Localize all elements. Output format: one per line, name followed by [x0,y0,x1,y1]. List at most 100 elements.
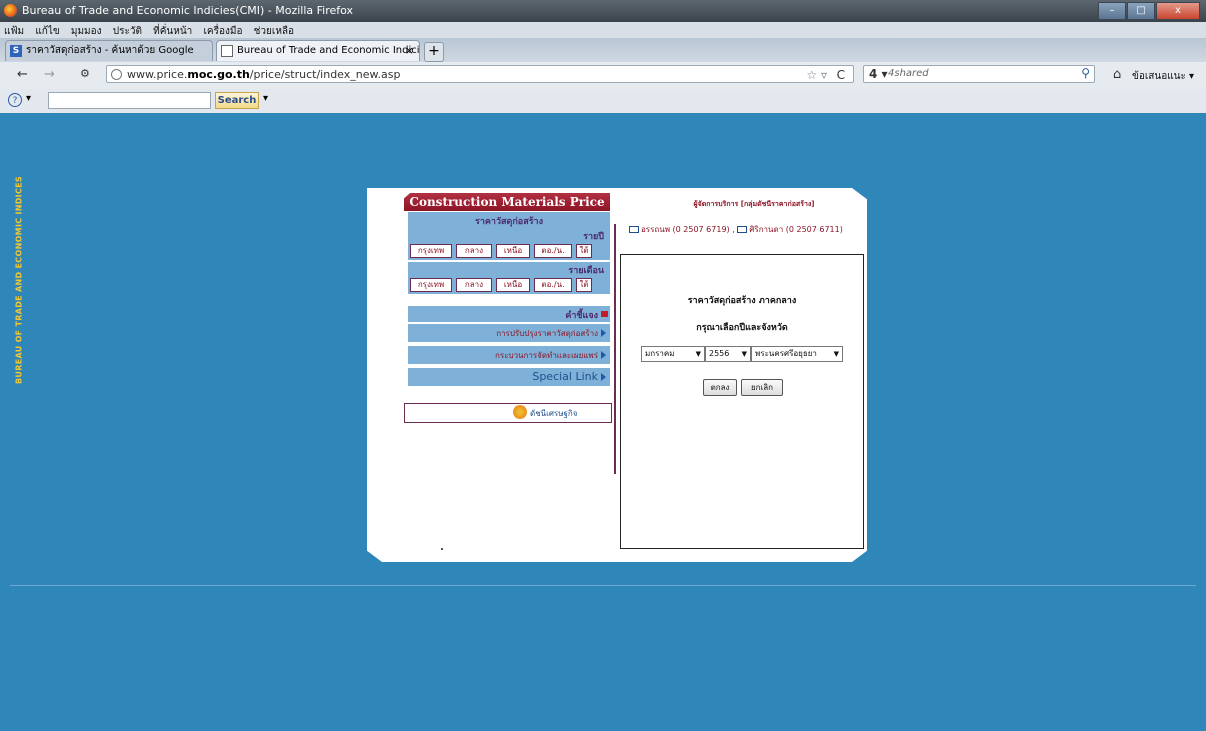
economic-index-promo[interactable]: ดัชนีเศรษฐกิจ [404,403,612,423]
link-price-adjustment-label: การปรับปรุงราคาวัสดุก่อสร้าง [496,329,598,338]
menu-divider [614,224,616,474]
bureau-side-text: BUREAU OF TRADE AND ECONOMIC INDICES [14,176,24,384]
province-select-value: พระนครศรีอยุธยา [755,349,817,358]
maximize-button[interactable]: □ [1127,2,1155,20]
yearly-regions-row: กรุงเทพ กลาง เหนือ ตอ./น. ใต้ [408,242,610,260]
search-toolbar: ? ▾ Search ▾ [0,89,1206,114]
yearly-region-northeast[interactable]: ตอ./น. [534,244,572,258]
bookmark-star-icon[interactable]: ☆ ▿ [806,66,827,84]
menu-tools[interactable]: เครื่องมือ [199,22,246,39]
section-title: ราคาวัสดุก่อสร้าง [475,217,543,227]
contact-separator: , [732,225,735,234]
arrow-right-icon [601,373,606,381]
monthly-label: รายเดือน [568,266,604,276]
search-bar[interactable]: 4 ▾ 4shared ⚲ [863,65,1095,83]
monthly-region-northeast[interactable]: ตอ./น. [534,278,572,292]
mail-icon[interactable] [629,226,639,233]
year-select-value: 2556 [709,349,730,358]
forward-button[interactable]: → [44,67,55,82]
reload-button[interactable]: C [837,66,845,84]
tab-google-search[interactable]: S ราคาวัสดุก่อสร้าง - ค้นหาด้วย Google [5,40,213,61]
search-placeholder: 4shared [888,68,929,79]
tab-bar: S ราคาวัสดุก่อสร้าง - ค้นหาด้วย Google B… [0,38,1206,63]
toolbar-search-input[interactable] [48,92,211,109]
search-options-dropdown-icon[interactable]: ▾ [263,93,268,104]
definition-label: คำชี้แจง [565,311,598,321]
definition-bar[interactable]: คำชี้แจง [408,306,610,322]
toolbar-logo-icon[interactable]: ? [8,93,22,107]
form-subtitle: กรุณาเลือกปีและจังหวัด [696,323,788,333]
contact-info: อรรถนพ (0 2507 6719) , ศิริกานดา (0 2507… [629,223,867,236]
link-process-label: กระบวนการจัดทำและเผยแพร่ [495,351,598,360]
yearly-label: รายปี [583,232,604,242]
page-favicon-icon [221,45,233,57]
chevron-down-icon: ▼ [695,350,701,358]
suggestions-menu[interactable]: ข้อเสนอแนะ ▾ [1132,69,1194,84]
monthly-label-bar: รายเดือน [408,262,610,276]
mail-icon[interactable] [737,226,748,233]
toolbar-search-button[interactable]: Search [215,92,259,109]
cancel-button[interactable]: ยกเลิก [741,379,783,396]
menu-view[interactable]: มุมมอง [67,22,106,39]
menu-help[interactable]: ช่วยเหลือ [250,22,298,39]
contact-1[interactable]: อรรถนพ (0 2507 6719) [641,225,730,234]
link-process[interactable]: กระบวนการจัดทำและเผยแพร่ [408,346,610,364]
monthly-regions-row: กรุงเทพ กลาง เหนือ ตอ./น. ใต้ [408,276,610,294]
flag-icon [601,311,608,317]
yearly-region-central[interactable]: กลาง [456,244,492,258]
search-engine-selector[interactable]: 4 ▾ [869,67,888,81]
firefox-logo-icon [4,4,17,17]
chevron-down-icon: ▼ [741,350,747,358]
monthly-region-central[interactable]: กลาง [456,278,492,292]
link-price-adjustment[interactable]: การปรับปรุงราคาวัสดุก่อสร้าง [408,324,610,342]
menu-bookmarks[interactable]: ที่คั่นหน้า [149,22,196,39]
new-tab-button[interactable]: + [424,42,444,62]
economic-index-icon [513,405,527,419]
monthly-region-north[interactable]: เหนือ [496,278,530,292]
contact-2[interactable]: ศิริกานดา (0 2507 6711) [749,225,843,234]
site-header-banner: Construction Materials Price [404,193,610,211]
province-select[interactable]: พระนครศรีอยุธยา ▼ [751,346,843,362]
month-select-value: มกราคม [645,349,675,358]
menu-history[interactable]: ประวัติ [109,22,146,39]
monthly-region-south[interactable]: ใต้ [576,278,592,292]
month-select[interactable]: มกราคม ▼ [641,346,705,362]
close-window-button[interactable]: x [1156,2,1200,20]
ok-button[interactable]: ตกลง [703,379,737,396]
search-icon[interactable]: ⚲ [1081,66,1090,80]
arrow-right-icon [601,351,606,359]
yearly-region-south[interactable]: ใต้ [576,244,592,258]
navigation-bar: ← → ⚙ www.price.moc.go.th/price/struct/i… [0,62,1206,90]
link-special[interactable]: Special Link [408,368,610,386]
year-select[interactable]: 2556 ▼ [705,346,751,362]
yearly-region-bangkok[interactable]: กรุงเทพ [410,244,452,258]
address-bar[interactable]: www.price.moc.go.th/price/struct/index_n… [106,65,854,83]
tab-bureau-trade[interactable]: Bureau of Trade and Economic Indici... × [216,40,420,61]
page-divider-line [10,585,1196,586]
arrow-right-icon [601,329,606,337]
stray-dot [441,548,443,550]
window-title: Bureau of Trade and Economic Indicies(CM… [22,4,354,17]
identity-icon[interactable]: ⚙ [80,67,90,80]
page-viewport: BUREAU OF TRADE AND ECONOMIC INDICES Con… [0,113,1206,731]
menu-edit[interactable]: แก้ไข [31,22,63,39]
close-tab-icon[interactable]: × [405,41,414,61]
monthly-region-bangkok[interactable]: กรุงเทพ [410,278,452,292]
window-controls: – □ x [1098,2,1200,20]
globe-icon [111,69,122,80]
main-content-panel: Construction Materials Price ราคาวัสดุก่… [367,188,867,562]
toolbar-dropdown-icon[interactable]: ▾ [26,93,31,104]
home-icon[interactable]: ⌂ [1113,67,1121,82]
google-favicon-icon: S [10,45,22,57]
menu-bar: แฟ้ม แก้ไข มุมมอง ประวัติ ที่คั่นหน้า เค… [0,22,1206,38]
tab-label: Bureau of Trade and Economic Indici... [237,45,420,56]
minimize-button[interactable]: – [1098,2,1126,20]
menu-file[interactable]: แฟ้ม [0,22,28,39]
yearly-region-north[interactable]: เหนือ [496,244,530,258]
back-button[interactable]: ← [17,67,28,82]
form-title: ราคาวัสดุก่อสร้าง ภาคกลาง [687,296,797,306]
link-special-label: Special Link [532,370,598,383]
window-titlebar: Bureau of Trade and Economic Indicies(CM… [0,0,1206,22]
yearly-label-bar: รายปี [408,228,610,242]
section-title-bar: ราคาวัสดุก่อสร้าง [408,212,610,228]
